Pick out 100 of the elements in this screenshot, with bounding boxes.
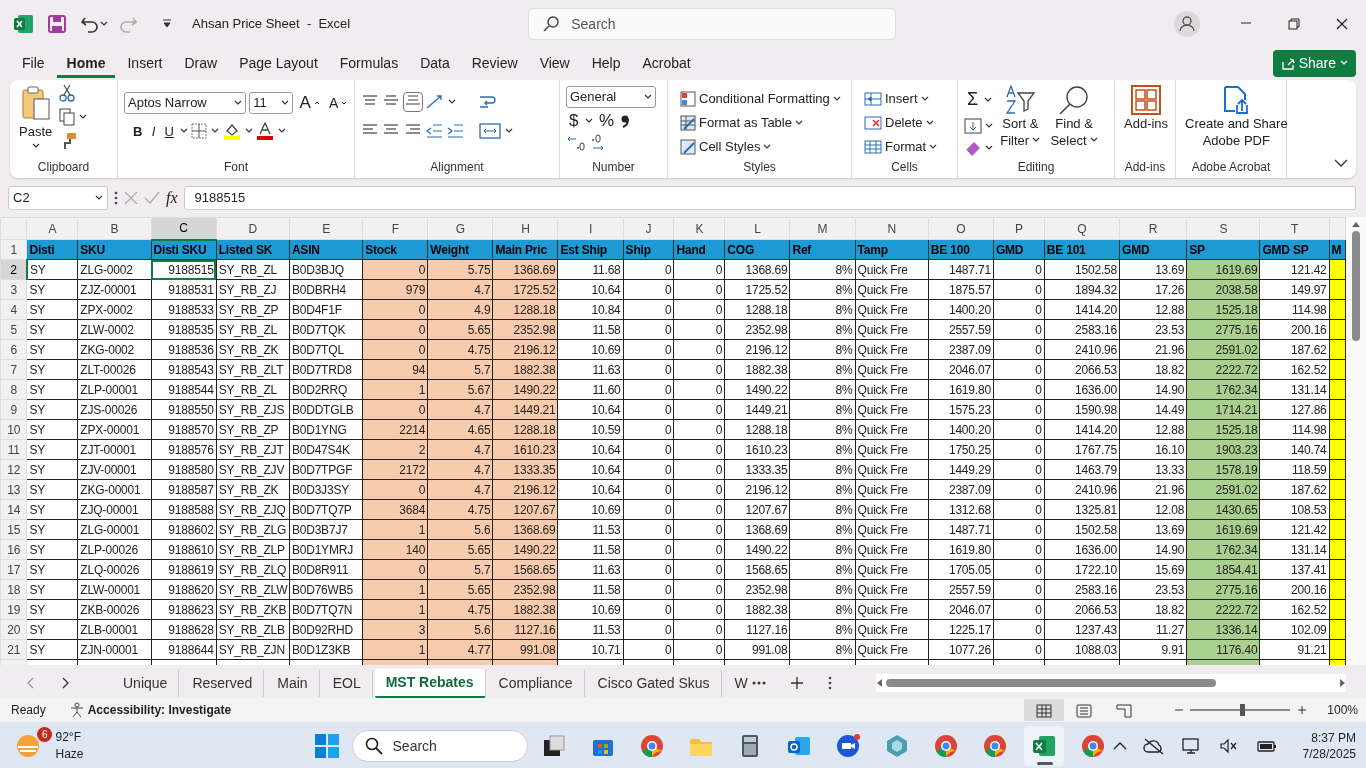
more-icon[interactable] [114, 191, 118, 205]
grow-font-button[interactable]: A [296, 92, 323, 115]
row-header[interactable]: 20 [0, 619, 27, 640]
column-header[interactable]: B [77, 217, 152, 240]
horizontal-scrollbar[interactable] [876, 674, 1346, 692]
row-header[interactable]: 9 [0, 399, 27, 420]
battery-icon[interactable] [1254, 739, 1277, 753]
taskbar-app[interactable] [1023, 726, 1064, 766]
name-box[interactable]: C2 [8, 186, 108, 210]
scissors-icon[interactable] [59, 84, 76, 102]
row-header[interactable]: 3 [0, 279, 27, 300]
zoom-level[interactable]: 100% [1327, 701, 1358, 719]
increase-indent-icon[interactable] [446, 122, 464, 140]
row-header[interactable]: 10 [0, 419, 27, 440]
row-header[interactable]: 2 [0, 259, 27, 280]
slider-thumb[interactable] [1240, 704, 1246, 716]
format-as-table-button[interactable]: Format as Table [674, 112, 847, 134]
borders-icon[interactable] [191, 123, 208, 140]
accessibility-button[interactable]: Accessibility: Investigate [65, 701, 235, 719]
fill-color-icon[interactable] [221, 122, 242, 141]
weather-icon[interactable] [16, 734, 40, 758]
scrollbar-thumb[interactable] [886, 679, 1216, 687]
column-header[interactable]: C [151, 217, 217, 240]
row-header[interactable]: 17 [0, 559, 27, 580]
cloud-off-icon[interactable] [1142, 737, 1165, 755]
comma-style-icon[interactable] [620, 114, 631, 129]
row-header[interactable]: 5 [0, 319, 27, 340]
scrollbar-thumb[interactable] [1352, 231, 1360, 341]
row-header[interactable]: 18 [0, 579, 27, 600]
sheet-tab[interactable]: EOL [321, 669, 373, 697]
autosum-button[interactable]: Σ [964, 88, 982, 112]
close-icon[interactable] [1335, 17, 1349, 31]
number-format-field[interactable]: General [566, 86, 656, 108]
find-select-button[interactable]: Find & Select [1047, 84, 1101, 158]
copy-icon[interactable] [59, 108, 76, 126]
more-icon[interactable] [827, 676, 832, 690]
sheet-tab[interactable]: Unique [112, 669, 180, 697]
sheet-tab[interactable]: MST Rebates [374, 668, 486, 698]
column-header[interactable]: T [1259, 217, 1330, 240]
column-header[interactable]: J [623, 217, 674, 240]
conditional-formatting-button[interactable]: Conditional Formatting [674, 88, 847, 110]
underline-button[interactable]: U [161, 122, 177, 141]
column-header[interactable]: P [993, 217, 1045, 240]
next-sheet-icon[interactable] [62, 677, 70, 689]
row-header[interactable]: 7 [0, 359, 27, 380]
ribbon-tab[interactable]: File [12, 48, 55, 78]
add-ins-button[interactable]: Add-ins [1121, 84, 1172, 158]
column-header[interactable]: I [558, 217, 624, 240]
align-bottom-icon[interactable] [403, 93, 422, 111]
ribbon-tab[interactable]: Page Layout [229, 48, 328, 78]
column-header[interactable]: D [216, 217, 290, 240]
ribbon-tab[interactable]: Review [461, 48, 528, 78]
sheet-tab[interactable]: W [723, 669, 750, 697]
column-header[interactable]: L [724, 217, 790, 240]
show-hidden-icons-icon[interactable] [1112, 741, 1127, 751]
ribbon-tab[interactable]: Home [56, 48, 116, 78]
sheet-tab[interactable]: Reserved [181, 669, 265, 697]
undo-icon[interactable] [80, 15, 100, 33]
cell-styles-button[interactable]: Cell Styles [674, 136, 847, 158]
ribbon-tab[interactable]: Data [410, 48, 460, 78]
share-button[interactable]: Share [1272, 49, 1356, 77]
column-header[interactable]: O [928, 217, 994, 240]
page-break-view-icon[interactable] [1115, 703, 1132, 718]
row-header[interactable]: 6 [0, 339, 27, 360]
vertical-scrollbar[interactable] [1346, 217, 1366, 665]
percent-button[interactable]: % [595, 110, 618, 133]
sheet-tab[interactable]: Compliance [487, 669, 585, 697]
row-header[interactable]: 8 [0, 379, 27, 400]
sort-filter-button[interactable]: Sort & Filter [997, 84, 1044, 158]
row-header[interactable]: 12 [0, 459, 27, 480]
row-header[interactable]: 13 [0, 479, 27, 500]
column-header[interactable]: H [492, 217, 558, 240]
format-button[interactable]: Format [858, 136, 944, 158]
row-header[interactable]: 19 [0, 599, 27, 620]
column-header[interactable]: F [362, 217, 428, 240]
delete-button[interactable]: Delete [858, 112, 944, 134]
previous-sheet-icon[interactable] [26, 677, 34, 689]
row-header[interactable]: 1 [0, 239, 27, 260]
sheet-tab[interactable]: Cisco Gated Skus [586, 669, 722, 697]
column-header[interactable]: E [289, 217, 363, 240]
italic-button[interactable]: I [148, 122, 159, 141]
formula-field[interactable]: 9188515 [183, 186, 1356, 210]
row-header[interactable]: 4 [0, 299, 27, 320]
sheet-tab[interactable]: Main [266, 669, 320, 697]
font-size-field[interactable]: 11 [249, 92, 294, 115]
shrink-font-button[interactable]: A [326, 93, 351, 113]
create-pdf-button[interactable]: Create and Share Adobe PDF [1182, 84, 1291, 158]
column-header[interactable]: R [1119, 217, 1187, 240]
add-sheet-icon[interactable] [789, 676, 804, 690]
ribbon-tab[interactable]: Formulas [329, 48, 409, 78]
column-header[interactable]: S [1186, 217, 1260, 240]
row-header[interactable]: 15 [0, 519, 27, 540]
column-header[interactable]: A [26, 217, 78, 240]
ribbon-tab[interactable]: Draw [174, 48, 228, 78]
row-header[interactable]: 16 [0, 539, 27, 560]
start-icon[interactable] [313, 733, 340, 759]
increase-decimal-icon[interactable] [566, 134, 586, 153]
column-header[interactable]: N [855, 217, 929, 240]
normal-view-button[interactable] [1023, 699, 1064, 721]
clock-date[interactable]: 7/28/2025 [1302, 746, 1356, 763]
